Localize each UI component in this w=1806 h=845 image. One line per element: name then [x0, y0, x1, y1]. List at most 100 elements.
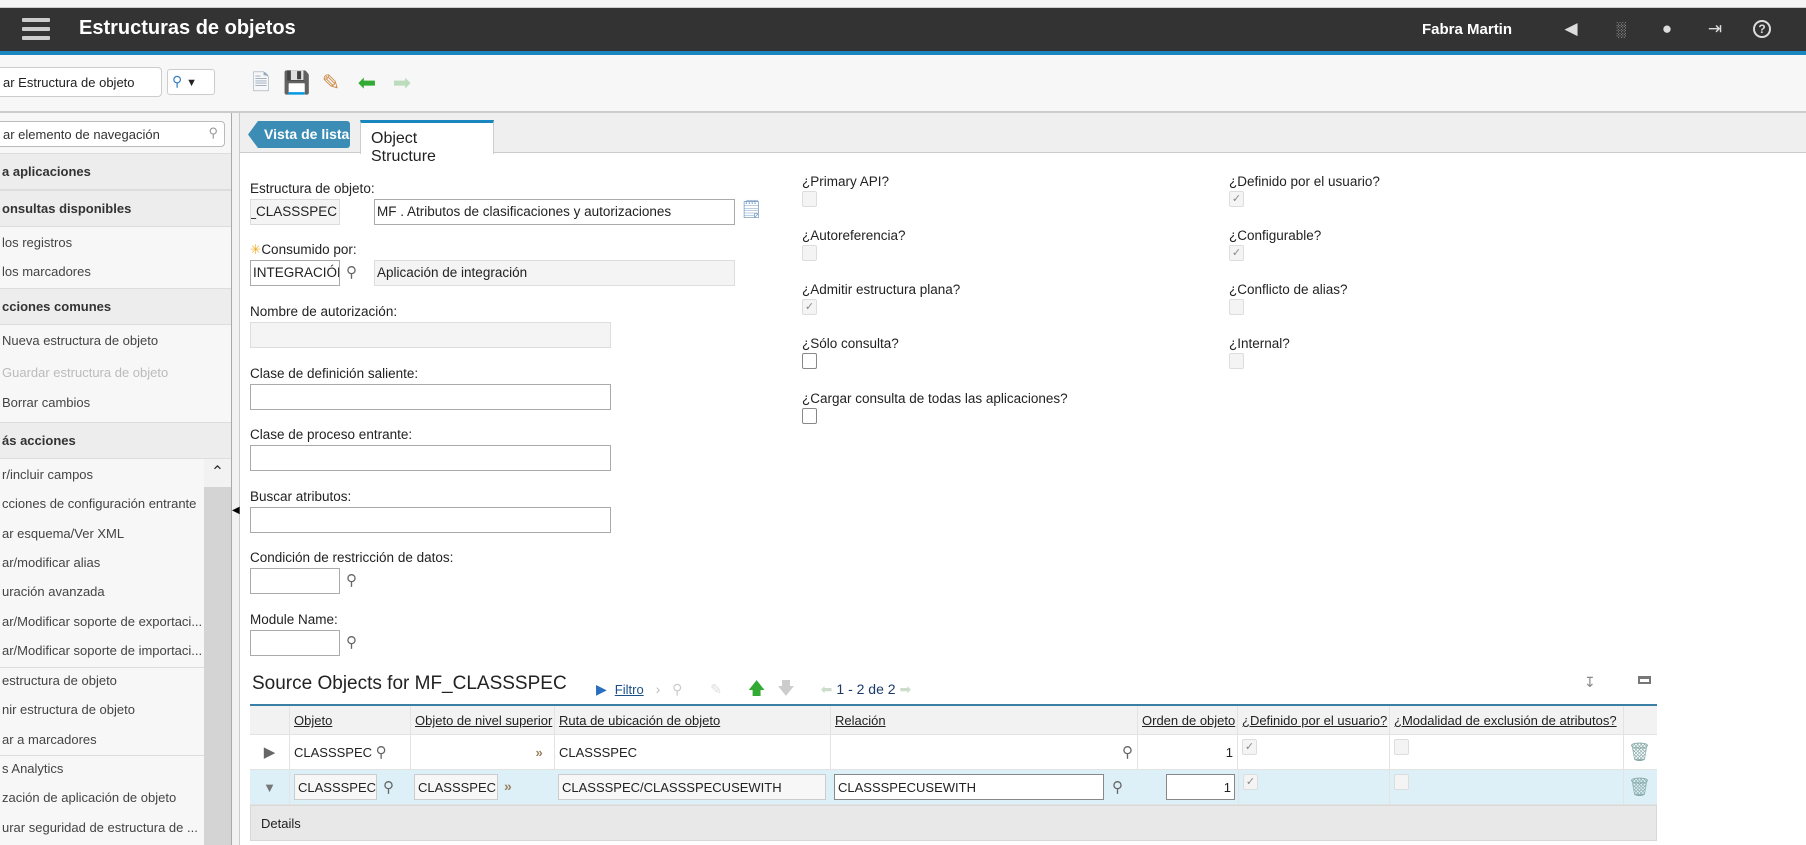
chevron-up-icon[interactable]: ⌃ — [204, 459, 231, 487]
col-ruta[interactable]: Ruta de ubicación de objeto — [555, 706, 831, 734]
required-icon: ✳ — [250, 242, 262, 257]
sidebar-item[interactable]: ar a marcadores — [0, 726, 204, 754]
collapse-table-icon[interactable] — [1638, 676, 1651, 684]
app-search-input[interactable]: ar Estructura de objeto — [0, 67, 162, 97]
internal-checkbox — [1229, 353, 1244, 369]
sidebar-item[interactable]: r/incluir campos — [0, 461, 204, 489]
exclusion-cell — [1390, 735, 1624, 769]
sidebar-item[interactable]: ar esquema/Ver XML — [0, 520, 204, 548]
search-icon[interactable]: ⚲ — [1112, 778, 1123, 796]
superior-input[interactable]: CLASSSPEC — [414, 774, 498, 800]
condicion-input[interactable] — [250, 568, 340, 594]
table-row[interactable]: ▶ CLASSSPEC ⚲ » CLASSSPEC ⚲ 1 ✓ 🗑 — [250, 735, 1657, 770]
details-section[interactable]: Details — [250, 805, 1657, 841]
col-orden[interactable]: Orden de objeto — [1138, 706, 1238, 734]
search-icon[interactable]: ⚲ — [376, 744, 387, 761]
col-objeto[interactable]: Objeto — [290, 706, 411, 734]
filter-link[interactable]: Filtro — [615, 682, 644, 697]
sidebar-item[interactable]: Borrar cambios — [0, 389, 204, 417]
buscar-input[interactable] — [250, 507, 611, 533]
previous-icon[interactable]: ⬅ — [354, 69, 380, 97]
clear-changes-icon[interactable]: ✎ — [318, 69, 344, 97]
estructura-label: Estructura de objeto: — [250, 181, 375, 196]
consumido-label-text: Consumido por: — [261, 242, 357, 257]
solo-consulta-checkbox[interactable] — [802, 353, 817, 369]
download-icon[interactable]: ↧ — [1584, 674, 1596, 691]
estructura-input[interactable]: F_CLASSSPEC — [250, 199, 340, 225]
descripcion-input[interactable]: MF . Atributos de clasificaciones y auto… — [374, 199, 735, 225]
col-exclusion[interactable]: ¿Modalidad de exclusión de atributos? — [1390, 706, 1624, 734]
sidebar-section-more[interactable]: ás acciones — [0, 422, 231, 459]
menu-icon[interactable] — [22, 18, 50, 40]
table-row-selected[interactable]: ▼ CLASSSPEC ⚲ CLASSSPEC » CLASSSPEC/CLAS… — [250, 770, 1657, 805]
orden-value: 1 — [1138, 735, 1238, 769]
delete-row-icon[interactable]: 🗑 — [1624, 770, 1657, 804]
search-icon[interactable]: ⚲ — [1122, 744, 1133, 761]
sidebar-item[interactable]: urar seguridad de estructura de ... — [0, 814, 204, 842]
search-icon[interactable]: ⚲ — [346, 633, 357, 651]
nav-search-input[interactable]: ar elemento de navegación ⚲ — [0, 121, 225, 147]
sidebar-item[interactable]: ar/modificar alias — [0, 549, 204, 577]
sidebar-item[interactable]: los registros — [0, 229, 204, 257]
expand-row-icon[interactable]: ▶ — [250, 735, 290, 769]
conflicto-alias-checkbox — [1229, 299, 1244, 315]
orden-input[interactable]: 1 — [1166, 774, 1235, 800]
sidebar-item[interactable]: nir estructura de objeto — [0, 696, 204, 724]
help-icon[interactable]: ? — [1753, 20, 1771, 38]
collapse-icon[interactable]: ◀ — [232, 505, 240, 516]
sidebar-item[interactable]: los marcadores — [0, 258, 204, 286]
megaphone-icon[interactable]: ◀ — [1560, 18, 1582, 40]
profile-icon[interactable]: ● — [1656, 18, 1678, 40]
sidebar-splitter[interactable]: ◀ — [232, 113, 240, 845]
tab-list-view[interactable]: Vista de lista — [248, 121, 350, 148]
entrante-input[interactable] — [250, 445, 611, 471]
new-record-icon[interactable]: 🗎 — [248, 69, 274, 97]
sidebar-item[interactable]: uración avanzada — [0, 578, 204, 606]
sidebar-item[interactable]: ar/Modificar soporte de exportaci... — [0, 608, 204, 636]
search-icon[interactable]: ⚲ — [208, 125, 218, 141]
chevron-right-icon: › — [655, 681, 661, 697]
sidebar-item[interactable]: ar/Modificar soporte de importaci... — [0, 637, 204, 665]
col-definido[interactable]: ¿Definido por el usuario? — [1238, 706, 1390, 734]
user-name[interactable]: Fabra Martin — [1422, 21, 1512, 38]
ruta-input: CLASSSPEC/CLASSSPECUSEWITH — [558, 774, 826, 800]
search-menu-button[interactable]: ⚲ ▼ — [167, 69, 215, 95]
saliente-input[interactable] — [250, 384, 611, 410]
next-icon[interactable]: ➡ — [389, 69, 415, 97]
sidebar-scrollbar[interactable]: ⌃ — [204, 459, 231, 845]
col-relacion[interactable]: Relación — [831, 706, 1138, 734]
cargar-consulta-checkbox[interactable] — [802, 408, 817, 424]
arrow-up-icon[interactable]: 🡅 — [748, 679, 765, 698]
sidebar-item[interactable]: cciones de configuración entrante — [0, 490, 204, 518]
configurable-checkbox: ✓ — [1229, 245, 1244, 261]
configurable-label: ¿Configurable? — [1229, 228, 1322, 243]
search-icon[interactable]: ⚲ — [346, 263, 357, 281]
sidebar-item[interactable]: Nueva estructura de objeto — [0, 327, 204, 355]
sidebar-item[interactable]: s Analytics — [0, 755, 204, 783]
sidebar-item[interactable]: estructura de objeto — [0, 667, 204, 695]
filter-expand-icon[interactable]: ▶ — [596, 681, 607, 697]
relacion-input[interactable]: CLASSSPECUSEWITH — [834, 774, 1104, 800]
internal-label: ¿Internal? — [1229, 336, 1290, 351]
reports-icon[interactable]: ░ — [1610, 18, 1632, 40]
signout-icon[interactable]: ⇥ — [1704, 18, 1726, 40]
consumido-input[interactable]: INTEGRACIÓN — [250, 260, 340, 286]
tab-object-structure[interactable]: Object Structure — [360, 120, 494, 165]
delete-row-icon[interactable]: 🗑 — [1624, 735, 1657, 769]
sidebar-section-common[interactable]: cciones comunes — [0, 288, 231, 325]
nav-search-placeholder: ar elemento de navegación — [3, 127, 160, 142]
sidebar-section-queries[interactable]: onsultas disponibles — [0, 190, 231, 227]
save-icon[interactable]: 💾 — [283, 69, 310, 97]
sidebar-section-apps[interactable]: a aplicaciones — [0, 153, 231, 190]
objeto-cell: CLASSSPEC ⚲ — [290, 735, 411, 769]
col-superior[interactable]: Objeto de nivel superior — [411, 706, 555, 734]
collapse-row-icon[interactable]: ▼ — [250, 770, 290, 804]
module-input[interactable] — [250, 630, 340, 656]
search-icon[interactable]: ⚲ — [346, 571, 357, 589]
go-to-icon[interactable]: » — [504, 778, 512, 794]
search-icon[interactable]: ⚲ — [383, 778, 394, 796]
go-to-icon[interactable]: » — [411, 735, 555, 769]
objeto-input[interactable]: CLASSSPEC — [294, 774, 377, 800]
long-description-icon[interactable]: 🗒 — [740, 199, 763, 220]
sidebar-item[interactable]: zación de aplicación de objeto — [0, 784, 204, 812]
